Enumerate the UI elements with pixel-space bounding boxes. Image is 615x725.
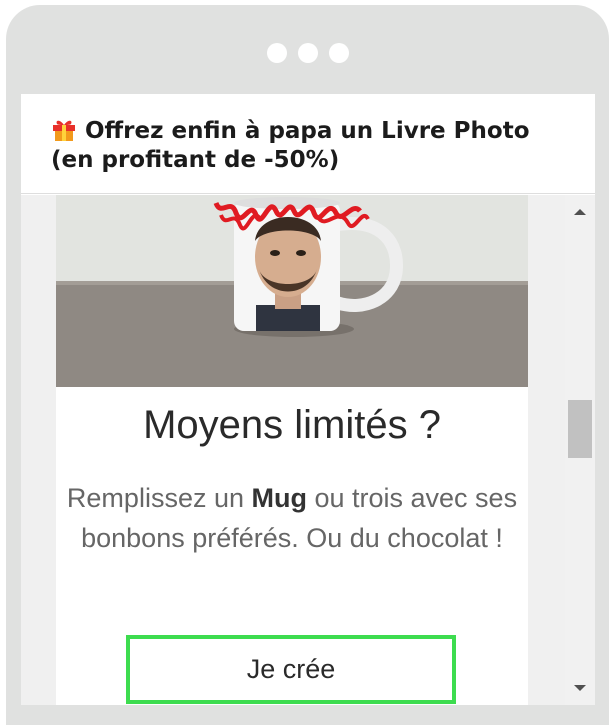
mug-photo-illustration <box>56 195 528 387</box>
scroll-down-icon[interactable] <box>565 679 595 697</box>
create-button[interactable]: Je crée <box>126 635 456 704</box>
email-body: Moyens limités ? Remplissez un Mug ou tr… <box>21 195 565 705</box>
body-copy: Remplissez un Mug ou trois avec ses bonb… <box>56 478 528 558</box>
email-subject-line2: (en profitant de -50%) <box>51 147 340 173</box>
body-copy-bold: Mug <box>251 483 307 513</box>
email-subject-line1: Offrez enfin à papa un Livre Photo <box>85 118 530 144</box>
scrollbar[interactable] <box>565 195 595 705</box>
content-card: Moyens limités ? Remplissez un Mug ou tr… <box>56 195 528 705</box>
headline: Moyens limités ? <box>143 403 441 447</box>
window-dots <box>6 43 609 63</box>
scroll-up-icon[interactable] <box>565 203 595 221</box>
email-screen: Offrez enfin à papa un Livre Photo (en p… <box>21 94 595 705</box>
email-subject-line1-row: Offrez enfin à papa un Livre Photo <box>51 116 595 146</box>
window-dot <box>266 43 287 63</box>
create-button-label: Je crée <box>246 654 336 684</box>
gift-icon <box>53 120 75 141</box>
scroll-thumb[interactable] <box>568 400 592 458</box>
window-dot <box>328 43 349 63</box>
body-copy-text: Remplissez un <box>66 483 252 513</box>
email-subject: Offrez enfin à papa un Livre Photo (en p… <box>21 94 595 194</box>
window-dot <box>297 43 318 63</box>
